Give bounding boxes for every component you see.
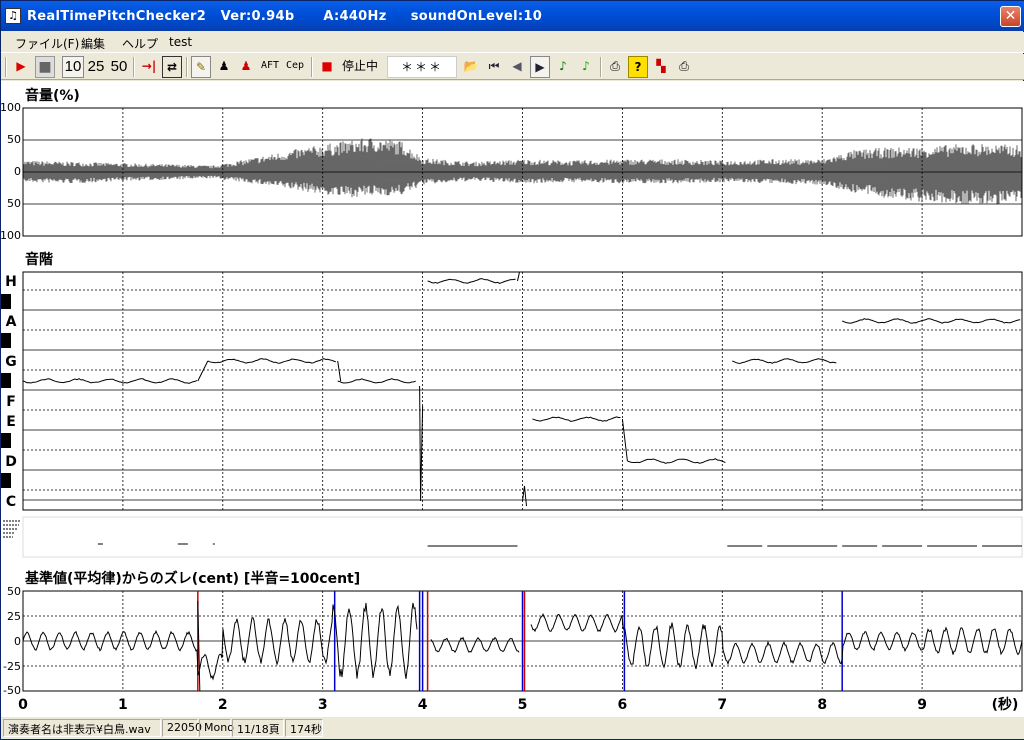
toolbar-separator xyxy=(186,57,188,77)
stop-icon[interactable]: ■ xyxy=(35,56,55,78)
pitch-display: ＊＊＊ xyxy=(387,56,457,78)
app-window: ♫ RealTimePitchChecker2 Ver:0.94b A:440H… xyxy=(0,0,1024,740)
print-setup-icon[interactable]: ⎙ xyxy=(674,56,694,78)
note-label-a: A xyxy=(6,314,17,330)
time-axis-labels: 0 1 2 3 4 5 6 7 8 9 xyxy=(18,697,927,713)
menu-bar: ファイル(F) 編集 ヘルプ test xyxy=(1,32,1024,53)
time-unit-label: (秒) xyxy=(992,696,1019,713)
cent-ytick: -25 xyxy=(3,660,21,673)
menu-test[interactable]: test xyxy=(169,35,192,49)
note-label-h: H xyxy=(5,274,17,290)
time-tick-label: 0 xyxy=(18,697,28,713)
volume-ytick: 100 xyxy=(1,101,21,114)
toolbar-grip xyxy=(5,57,7,77)
scale-title: 音階 xyxy=(25,251,53,268)
print-icon[interactable]: ⎙ xyxy=(605,56,625,78)
scale-25-button[interactable]: 25 xyxy=(85,56,107,78)
time-tick-label: 7 xyxy=(717,697,727,713)
loop-icon[interactable]: ⇄ xyxy=(162,56,182,78)
time-tick-label: 4 xyxy=(418,697,428,713)
play-icon[interactable]: ▶ xyxy=(11,56,31,78)
toolbar: ▶ ■ 10 25 50 →| ⇄ ✎ ♟ ♟ AFT Cep ■ 停止中 ＊＊… xyxy=(1,54,1024,80)
menu-file[interactable]: ファイル(F) xyxy=(15,35,79,52)
time-tick-label: 6 xyxy=(618,697,628,713)
time-tick-label: 2 xyxy=(218,697,228,713)
note-alt-icon[interactable]: ♪ xyxy=(576,56,596,78)
cent-ytick: 50 xyxy=(7,585,21,598)
title-bar[interactable]: ♫ RealTimePitchChecker2 Ver:0.94b A:440H… xyxy=(1,1,1024,31)
status-bar: 演奏者名は非表示¥白鳥.wav 22050 Mono 11/18頁 174秒 xyxy=(1,717,1024,739)
note-label-c: C xyxy=(6,494,16,510)
time-tick-label: 8 xyxy=(817,697,827,713)
grid-icon[interactable]: ▚ xyxy=(651,56,671,78)
cent-title: 基準値(平均律)からのズレ(cent) [半音=100cent] xyxy=(25,570,360,587)
analysis-panel: 音量(%) 100 50 0 50 100 音階 H A G F E D C 基… xyxy=(0,81,1024,717)
cent-ytick-labels: 50 25 0 -25 -50 xyxy=(3,585,21,697)
status-channels: Mono xyxy=(199,719,234,737)
note-icon[interactable]: ♪ xyxy=(553,56,573,78)
volume-ytick: 50 xyxy=(7,197,21,210)
status-file: 演奏者名は非表示¥白鳥.wav xyxy=(3,719,161,737)
scale-plot-frame xyxy=(22,271,1023,511)
close-button[interactable]: ✕ xyxy=(1000,6,1021,27)
time-tick-label: 1 xyxy=(118,697,128,713)
cent-ytick: 0 xyxy=(14,635,21,648)
status-rate: 22050 xyxy=(162,719,202,737)
black-key xyxy=(1,473,11,488)
toolbar-separator xyxy=(311,57,313,77)
record-icon[interactable]: ■ xyxy=(317,56,337,78)
black-key xyxy=(1,373,11,388)
player-red-icon[interactable]: ♟ xyxy=(236,56,256,78)
volume-ytick: 0 xyxy=(14,165,21,178)
volume-title: 音量(%) xyxy=(25,87,80,104)
aft-button[interactable]: AFT xyxy=(259,56,281,78)
note-label-f: F xyxy=(6,394,16,410)
note-label-e: E xyxy=(6,414,16,430)
app-icon: ♫ xyxy=(5,8,21,24)
window-title: RealTimePitchChecker2 Ver:0.94b A:440Hz … xyxy=(27,9,543,24)
player-icon[interactable]: ♟ xyxy=(214,56,234,78)
time-tick-label: 3 xyxy=(318,697,328,713)
menu-help[interactable]: ヘルプ xyxy=(122,35,158,52)
first-page-icon[interactable]: ⏮ xyxy=(484,56,504,78)
black-key xyxy=(1,333,11,348)
scale-10-button[interactable]: 10 xyxy=(62,56,84,78)
jump-end-icon[interactable]: →| xyxy=(139,56,159,78)
prev-page-icon[interactable]: ◀ xyxy=(507,56,527,78)
help-icon[interactable]: ? xyxy=(628,56,648,78)
scale-50-button[interactable]: 50 xyxy=(108,56,130,78)
analysis-graphs: 音量(%) 100 50 0 50 100 音階 H A G F E D C 基… xyxy=(0,87,1023,713)
status-label: 停止中 xyxy=(341,59,378,73)
violin-icon[interactable]: ✎ xyxy=(191,56,211,78)
menu-edit[interactable]: 編集 xyxy=(81,35,105,52)
note-strip xyxy=(22,516,1023,558)
volume-ytick-labels: 100 50 0 50 100 xyxy=(0,101,21,242)
black-key xyxy=(1,294,11,309)
open-folder-icon[interactable]: 📂 xyxy=(461,56,481,78)
next-page-icon[interactable]: ▶ xyxy=(530,56,550,78)
time-tick-label: 5 xyxy=(518,697,528,713)
volume-ytick: 50 xyxy=(7,133,21,146)
note-label-d: D xyxy=(5,454,17,470)
status-page: 11/18頁 xyxy=(232,719,284,737)
cent-ytick: 25 xyxy=(7,610,21,623)
note-label-g: G xyxy=(5,354,17,370)
status-duration: 174秒 xyxy=(285,719,323,737)
volume-ytick: 100 xyxy=(1,229,21,242)
toolbar-separator xyxy=(133,57,135,77)
time-tick-label: 9 xyxy=(917,697,927,713)
cep-button[interactable]: Cep xyxy=(284,56,306,78)
black-key xyxy=(1,433,11,448)
cent-ytick: -50 xyxy=(3,684,21,697)
toolbar-separator xyxy=(600,57,602,77)
